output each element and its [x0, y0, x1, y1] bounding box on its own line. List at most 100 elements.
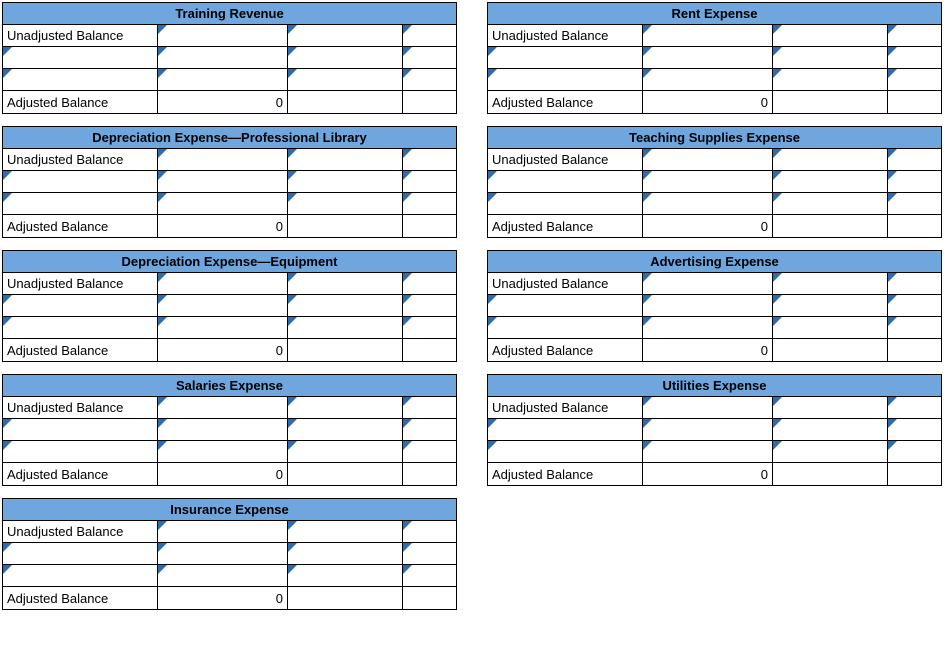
unadjusted-extra-input[interactable]: [888, 397, 941, 419]
adjustment2-debit-input[interactable]: [643, 317, 773, 339]
adjustment2-debit-input[interactable]: [158, 193, 288, 215]
unadjusted-credit-input[interactable]: [288, 521, 403, 543]
adjustment1-extra-input[interactable]: [888, 171, 941, 193]
adjustment1-extra-input[interactable]: [403, 47, 456, 69]
adjustment2-extra-input[interactable]: [403, 317, 456, 339]
unadjusted-extra-input[interactable]: [403, 25, 456, 47]
unadjusted-credit-input[interactable]: [773, 149, 888, 171]
unadjusted-credit-input[interactable]: [288, 273, 403, 295]
adjustment1-credit-input[interactable]: [288, 295, 403, 317]
adjustment1-credit-input[interactable]: [288, 543, 403, 565]
unadjusted-extra-input[interactable]: [888, 273, 941, 295]
adjustment2-desc-input[interactable]: [3, 193, 158, 215]
unadjusted-extra-input[interactable]: [403, 397, 456, 419]
adjustment2-desc-input[interactable]: [488, 193, 643, 215]
adjustment2-debit-input[interactable]: [643, 193, 773, 215]
unadjusted-credit-input[interactable]: [288, 149, 403, 171]
adjustment1-credit-input[interactable]: [288, 171, 403, 193]
unadjusted-debit-input[interactable]: [158, 521, 288, 543]
adjustment1-desc-input[interactable]: [3, 295, 158, 317]
unadjusted-debit-input[interactable]: [158, 149, 288, 171]
ledger-row: Unadjusted Balance: [3, 521, 456, 543]
adjustment2-desc-input[interactable]: [3, 69, 158, 91]
unadjusted-debit-input[interactable]: [158, 397, 288, 419]
adjustment1-debit-input[interactable]: [158, 295, 288, 317]
adjustment2-extra-input[interactable]: [403, 565, 456, 587]
adjustment1-debit-input[interactable]: [158, 419, 288, 441]
adjustment2-desc-input[interactable]: [488, 69, 643, 91]
unadjusted-debit-input[interactable]: [158, 25, 288, 47]
adjustment1-credit-input[interactable]: [288, 419, 403, 441]
adjustment1-extra-input[interactable]: [403, 295, 456, 317]
adjustment1-desc-input[interactable]: [488, 171, 643, 193]
adjustment2-debit-input[interactable]: [158, 441, 288, 463]
adjustment2-extra-input[interactable]: [403, 193, 456, 215]
unadjusted-debit-input[interactable]: [158, 273, 288, 295]
adjustment2-extra-input[interactable]: [403, 441, 456, 463]
unadjusted-debit-input[interactable]: [643, 273, 773, 295]
adjustment2-desc-input[interactable]: [3, 565, 158, 587]
adjustment2-desc-input[interactable]: [3, 317, 158, 339]
adjustment2-credit-input[interactable]: [288, 193, 403, 215]
adjustment2-extra-input[interactable]: [403, 69, 456, 91]
unadjusted-credit-input[interactable]: [773, 397, 888, 419]
adjustment1-desc-input[interactable]: [3, 543, 158, 565]
adjustment2-credit-input[interactable]: [773, 441, 888, 463]
adjustment2-debit-input[interactable]: [158, 317, 288, 339]
adjustment1-credit-input[interactable]: [773, 419, 888, 441]
adjustment2-desc-input[interactable]: [488, 317, 643, 339]
adjustment1-extra-input[interactable]: [403, 171, 456, 193]
adjustment2-credit-input[interactable]: [288, 441, 403, 463]
adjustment1-debit-input[interactable]: [643, 171, 773, 193]
unadjusted-debit-input[interactable]: [643, 25, 773, 47]
adjustment2-debit-input[interactable]: [643, 441, 773, 463]
adjustment2-extra-input[interactable]: [888, 317, 941, 339]
unadjusted-debit-input[interactable]: [643, 397, 773, 419]
unadjusted-credit-input[interactable]: [288, 25, 403, 47]
adjustment2-credit-input[interactable]: [288, 317, 403, 339]
unadjusted-extra-input[interactable]: [888, 149, 941, 171]
adjustment1-debit-input[interactable]: [158, 47, 288, 69]
adjustment2-desc-input[interactable]: [3, 441, 158, 463]
adjustment1-extra-input[interactable]: [403, 419, 456, 441]
adjustment1-desc-input[interactable]: [488, 419, 643, 441]
adjustment2-extra-input[interactable]: [888, 441, 941, 463]
unadjusted-extra-input[interactable]: [888, 25, 941, 47]
unadjusted-extra-input[interactable]: [403, 521, 456, 543]
adjustment1-debit-input[interactable]: [158, 171, 288, 193]
adjustment2-debit-input[interactable]: [158, 69, 288, 91]
adjustment2-credit-input[interactable]: [773, 193, 888, 215]
adjustment1-credit-input[interactable]: [288, 47, 403, 69]
adjustment1-extra-input[interactable]: [403, 543, 456, 565]
adjustment1-extra-input[interactable]: [888, 295, 941, 317]
adjustment1-desc-input[interactable]: [3, 419, 158, 441]
adjustment1-credit-input[interactable]: [773, 47, 888, 69]
adjustment2-debit-input[interactable]: [643, 69, 773, 91]
adjustment1-desc-input[interactable]: [488, 47, 643, 69]
adjustment1-debit-input[interactable]: [643, 295, 773, 317]
adjustment1-desc-input[interactable]: [488, 295, 643, 317]
adjustment2-credit-input[interactable]: [288, 69, 403, 91]
adjustment2-extra-input[interactable]: [888, 193, 941, 215]
adjustment1-desc-input[interactable]: [3, 47, 158, 69]
adjustment1-extra-input[interactable]: [888, 47, 941, 69]
adjustment1-debit-input[interactable]: [643, 47, 773, 69]
unadjusted-credit-input[interactable]: [773, 273, 888, 295]
adjustment1-credit-input[interactable]: [773, 171, 888, 193]
adjustment2-credit-input[interactable]: [288, 565, 403, 587]
unadjusted-credit-input[interactable]: [288, 397, 403, 419]
adjustment2-debit-input[interactable]: [158, 565, 288, 587]
adjustment1-debit-input[interactable]: [158, 543, 288, 565]
unadjusted-extra-input[interactable]: [403, 273, 456, 295]
adjustment2-credit-input[interactable]: [773, 317, 888, 339]
unadjusted-debit-input[interactable]: [643, 149, 773, 171]
adjustment1-debit-input[interactable]: [643, 419, 773, 441]
adjustment1-desc-input[interactable]: [3, 171, 158, 193]
adjustment2-extra-input[interactable]: [888, 69, 941, 91]
unadjusted-extra-input[interactable]: [403, 149, 456, 171]
adjustment2-desc-input[interactable]: [488, 441, 643, 463]
unadjusted-credit-input[interactable]: [773, 25, 888, 47]
adjustment1-credit-input[interactable]: [773, 295, 888, 317]
adjustment2-credit-input[interactable]: [773, 69, 888, 91]
adjustment1-extra-input[interactable]: [888, 419, 941, 441]
